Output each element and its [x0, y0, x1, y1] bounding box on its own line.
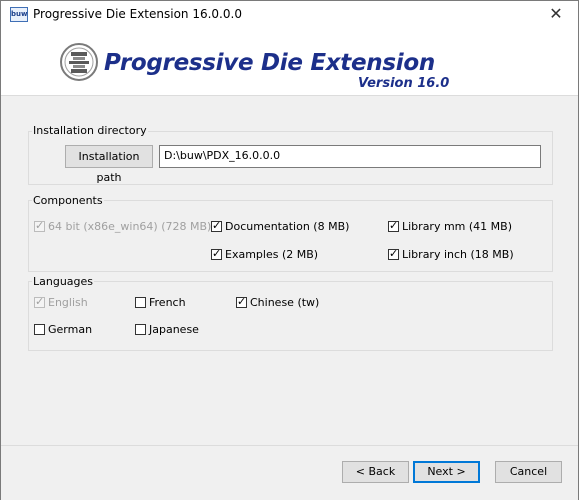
installation-path-field[interactable]: D:\buw\PDX_16.0.0.0 — [159, 145, 541, 168]
window-title: Progressive Die Extension 16.0.0.0 — [33, 7, 242, 21]
component-checkbox-64bit[interactable]: 64 bit (x86e_win64) (728 MB) — [34, 219, 212, 234]
checkbox-label: French — [149, 296, 186, 309]
app-icon: buw — [10, 7, 28, 22]
checkbox-box — [34, 295, 45, 309]
language-checkbox-german[interactable]: German — [34, 323, 92, 337]
component-checkbox-library-inch[interactable]: Library inch (18 MB) — [388, 247, 514, 262]
cancel-button[interactable]: Cancel — [495, 461, 562, 483]
language-checkbox-chinese-tw[interactable]: Chinese (tw) — [236, 295, 320, 310]
checkbox-label: Library mm (41 MB) — [402, 220, 512, 233]
component-checkbox-documentation[interactable]: Documentation (8 MB) — [211, 219, 350, 234]
checkbox-label: Chinese (tw) — [250, 296, 320, 309]
product-title: Progressive Die Extension — [104, 50, 435, 76]
product-version: Version 16.0 — [358, 76, 450, 91]
title-bar: buw Progressive Die Extension 16.0.0.0 ✕ — [1, 1, 578, 27]
language-checkbox-japanese[interactable]: Japanese — [135, 323, 199, 337]
checkbox-box — [135, 324, 146, 335]
header-banner: Progressive Die Extension Version 16.0 — [1, 27, 578, 96]
checkbox-box — [34, 219, 45, 233]
checkbox-box — [135, 297, 146, 308]
checkbox-label: 64 bit (x86e_win64) (728 MB) — [48, 220, 212, 233]
back-button[interactable]: < Back — [342, 461, 409, 483]
close-icon[interactable]: ✕ — [534, 1, 578, 27]
checkbox-label: German — [48, 323, 93, 336]
checkbox-box — [236, 295, 247, 309]
component-checkbox-examples[interactable]: Examples (2 MB) — [211, 247, 319, 262]
checkbox-label: English — [48, 296, 88, 309]
language-checkbox-french[interactable]: French — [135, 296, 186, 310]
checkbox-label: Library inch (18 MB) — [402, 248, 514, 261]
components-label: Components — [32, 194, 104, 207]
checkbox-box — [211, 247, 222, 261]
checkbox-label: Examples (2 MB) — [225, 248, 319, 261]
checkbox-label: Documentation (8 MB) — [225, 220, 350, 233]
installation-path-button[interactable]: Installation path — [65, 145, 153, 184]
checkbox-box — [34, 324, 45, 335]
product-logo-icon — [60, 43, 98, 81]
next-button[interactable]: Next > — [413, 461, 480, 483]
checkbox-box — [388, 247, 399, 261]
checkbox-box — [388, 219, 399, 233]
checkbox-label: Japanese — [149, 323, 199, 336]
installer-window: buw Progressive Die Extension 16.0.0.0 ✕… — [0, 0, 579, 500]
languages-label: Languages — [32, 275, 95, 288]
component-checkbox-library-mm[interactable]: Library mm (41 MB) — [388, 219, 512, 234]
installation-directory-label: Installation directory — [32, 124, 148, 137]
footer-bar — [1, 445, 578, 500]
languages-group — [28, 281, 553, 351]
language-checkbox-english[interactable]: English — [34, 295, 88, 310]
checkbox-box — [211, 219, 222, 233]
